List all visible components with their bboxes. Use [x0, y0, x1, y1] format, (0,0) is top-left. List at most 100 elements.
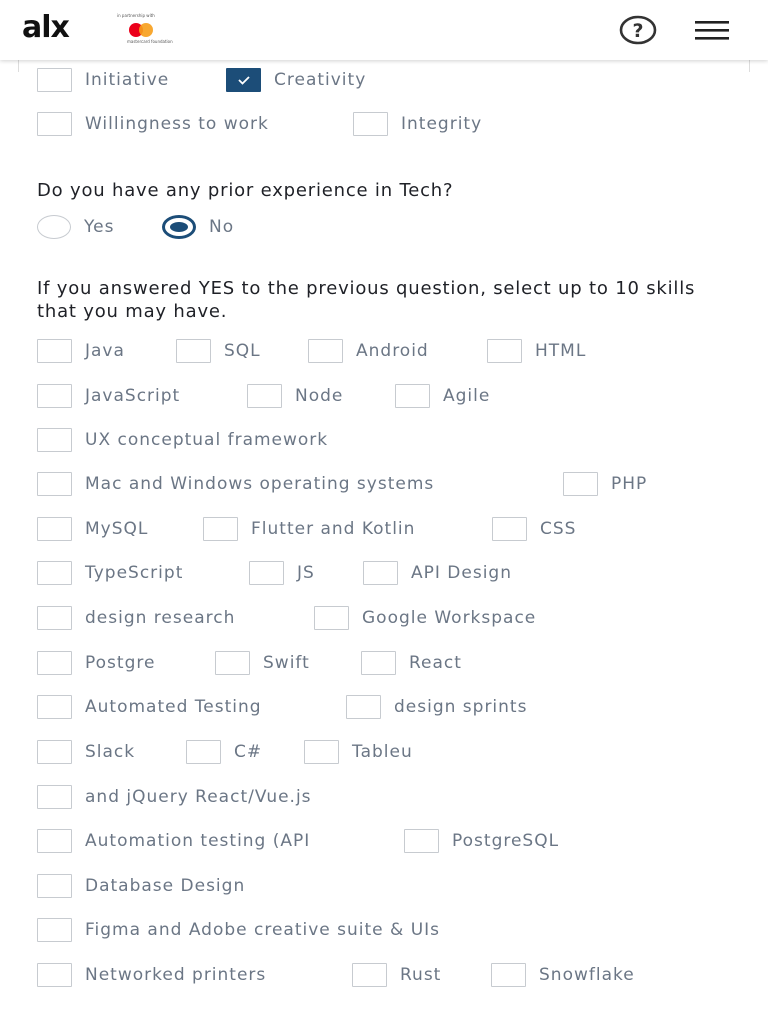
- skill-label: Tableu: [352, 742, 413, 762]
- skill-option[interactable]: MySQL: [37, 516, 148, 542]
- skill-option[interactable]: Networked printers: [37, 962, 266, 988]
- help-icon[interactable]: ?: [618, 13, 658, 47]
- checkbox[interactable]: [37, 561, 72, 585]
- skill-option[interactable]: and jQuery React/Vue.js: [37, 784, 312, 810]
- skill-option[interactable]: Google Workspace: [314, 605, 536, 631]
- checkbox[interactable]: [308, 339, 343, 363]
- skill-option[interactable]: Slack: [37, 739, 135, 765]
- skill-option[interactable]: UX conceptual framework: [37, 427, 328, 453]
- skill-option[interactable]: design research: [37, 605, 235, 631]
- skill-option[interactable]: Agile: [395, 383, 490, 409]
- checkbox[interactable]: [247, 384, 282, 408]
- skill-option[interactable]: HTML: [487, 338, 586, 364]
- partner-name: mastercard foundation: [127, 39, 173, 44]
- checkbox[interactable]: [249, 561, 284, 585]
- skill-option[interactable]: JS: [249, 560, 315, 586]
- checkbox[interactable]: [37, 651, 72, 675]
- checkbox[interactable]: [361, 651, 396, 675]
- checkbox[interactable]: [37, 874, 72, 898]
- trait-option[interactable]: Willingness to work: [37, 111, 269, 137]
- svg-text:?: ?: [632, 20, 643, 42]
- checkbox[interactable]: [37, 68, 72, 92]
- checkbox[interactable]: [37, 963, 72, 987]
- skill-option[interactable]: Rust: [352, 962, 441, 988]
- skill-option[interactable]: Swift: [215, 650, 310, 676]
- skill-option[interactable]: PostgreSQL: [404, 828, 559, 854]
- trait-label: Willingness to work: [85, 114, 269, 134]
- trait-option[interactable]: Initiative: [37, 67, 169, 93]
- checkbox[interactable]: [363, 561, 398, 585]
- skill-option[interactable]: Tableu: [304, 739, 413, 765]
- skill-option[interactable]: Mac and Windows operating systems: [37, 471, 434, 497]
- skill-label: MySQL: [85, 519, 149, 539]
- skill-label: Database Design: [85, 876, 246, 896]
- skill-option[interactable]: PHP: [563, 471, 647, 497]
- experience-question: Do you have any prior experience in Tech…: [37, 180, 454, 201]
- skill-option[interactable]: Postgre: [37, 650, 155, 676]
- trait-option[interactable]: Integrity: [353, 111, 482, 137]
- checkbox[interactable]: [186, 740, 221, 764]
- checkbox[interactable]: [37, 339, 72, 363]
- skill-label: API Design: [411, 563, 512, 583]
- checkbox[interactable]: [353, 112, 388, 136]
- checkbox[interactable]: [37, 740, 72, 764]
- skill-label: and jQuery React/Vue.js: [85, 787, 312, 807]
- checkbox[interactable]: [395, 384, 430, 408]
- radio-button[interactable]: [37, 215, 71, 239]
- checkbox[interactable]: [37, 112, 72, 136]
- checkbox[interactable]: [37, 695, 72, 719]
- skill-option[interactable]: Flutter and Kotlin: [203, 516, 415, 542]
- skill-option[interactable]: Node: [247, 383, 343, 409]
- checkbox[interactable]: [37, 785, 72, 809]
- checkbox[interactable]: [37, 918, 72, 942]
- skill-option[interactable]: Automation testing (API: [37, 828, 310, 854]
- checkbox[interactable]: [37, 829, 72, 853]
- skill-label: Automation testing (API: [85, 831, 311, 851]
- radio-button-selected[interactable]: [162, 215, 196, 239]
- skill-label: UX conceptual framework: [85, 430, 329, 450]
- skill-option[interactable]: JavaScript: [37, 383, 180, 409]
- checkbox[interactable]: [563, 472, 598, 496]
- checkbox[interactable]: [404, 829, 439, 853]
- checkbox[interactable]: [314, 606, 349, 630]
- checkbox[interactable]: [203, 517, 238, 541]
- skill-option[interactable]: Database Design: [37, 873, 245, 899]
- checkbox[interactable]: [346, 695, 381, 719]
- checkbox[interactable]: [487, 339, 522, 363]
- partner-caption: in partnership with: [117, 13, 155, 18]
- hamburger-menu-icon[interactable]: [693, 18, 731, 44]
- skill-label: JS: [297, 563, 315, 583]
- checkbox-checked[interactable]: [226, 68, 261, 92]
- checkbox[interactable]: [492, 517, 527, 541]
- skill-option[interactable]: CSS: [492, 516, 576, 542]
- skill-option[interactable]: Automated Testing: [37, 694, 262, 720]
- checkbox[interactable]: [37, 517, 72, 541]
- checkbox[interactable]: [304, 740, 339, 764]
- skill-option[interactable]: Snowflake: [491, 962, 635, 988]
- skill-option[interactable]: API Design: [363, 560, 512, 586]
- skill-option[interactable]: Android: [308, 338, 429, 364]
- checkbox[interactable]: [37, 384, 72, 408]
- skill-option[interactable]: Java: [37, 338, 125, 364]
- checkbox[interactable]: [176, 339, 211, 363]
- checkbox[interactable]: [37, 428, 72, 452]
- skill-option[interactable]: design sprints: [346, 694, 527, 720]
- checkbox[interactable]: [491, 963, 526, 987]
- skill-option[interactable]: TypeScript: [37, 560, 183, 586]
- skill-option[interactable]: C#: [186, 739, 262, 765]
- trait-label: Integrity: [401, 114, 483, 134]
- skill-label: SQL: [224, 341, 261, 361]
- checkbox[interactable]: [37, 606, 72, 630]
- radio-option-yes[interactable]: Yes: [37, 214, 114, 240]
- skill-option[interactable]: Figma and Adobe creative suite & UIs: [37, 917, 440, 943]
- skill-option[interactable]: SQL: [176, 338, 261, 364]
- alx-logo[interactable]: alx: [22, 13, 70, 43]
- trait-option[interactable]: Creativity: [226, 67, 366, 93]
- skill-label: Agile: [443, 386, 491, 406]
- skill-option[interactable]: React: [361, 650, 462, 676]
- radio-option-no[interactable]: No: [162, 214, 234, 240]
- checkbox[interactable]: [215, 651, 250, 675]
- checkbox[interactable]: [37, 472, 72, 496]
- skill-label: JavaScript: [85, 386, 181, 406]
- checkbox[interactable]: [352, 963, 387, 987]
